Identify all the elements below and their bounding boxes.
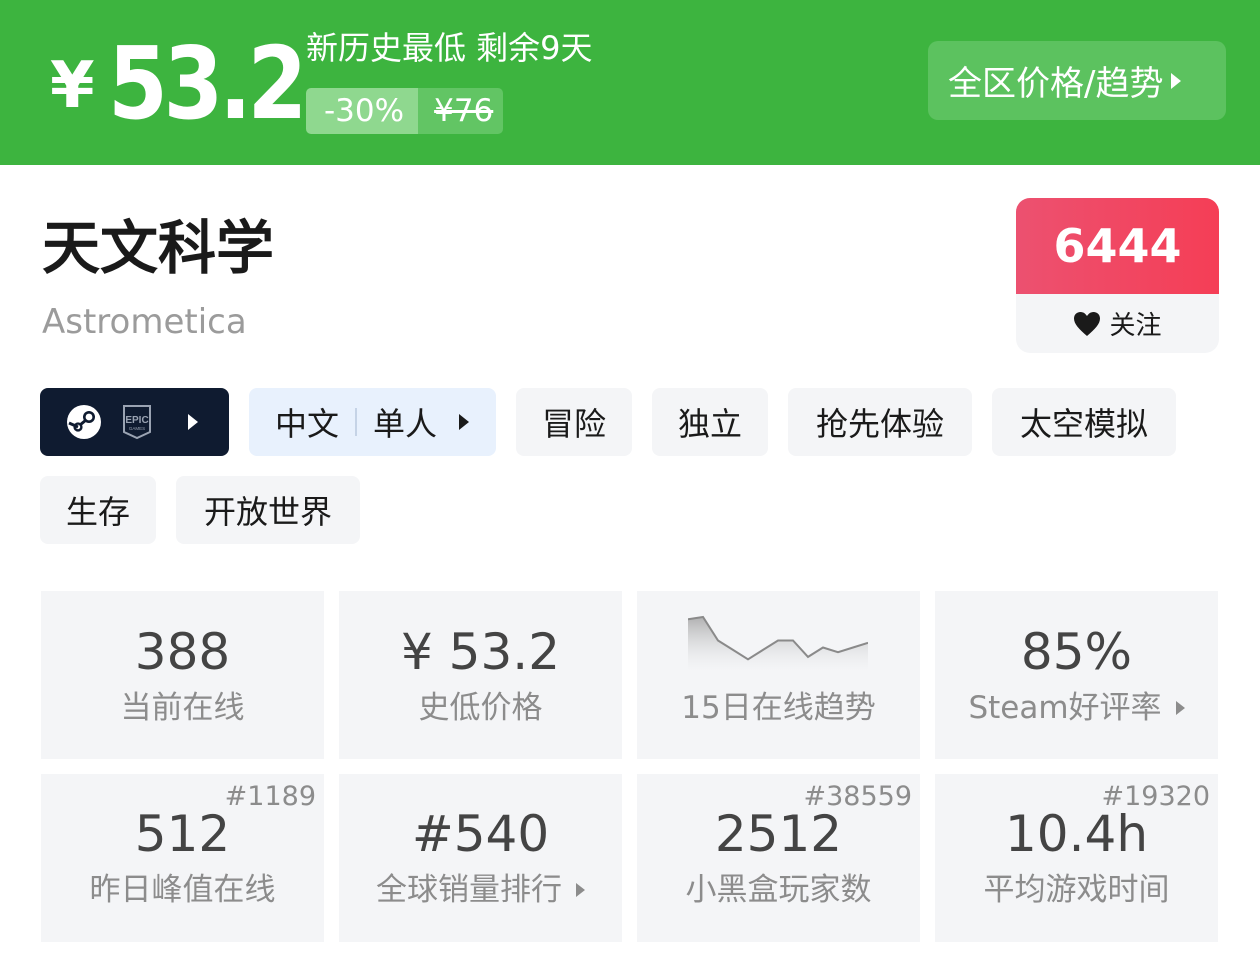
- genre-tag[interactable]: 冒险: [516, 388, 632, 456]
- lowest-price-label: 史低价格: [418, 690, 543, 726]
- chevron-right-icon: [459, 414, 470, 430]
- game-title: 天文科学: [42, 214, 275, 282]
- discount-box: -30% ¥76: [306, 88, 504, 134]
- epic-games-logo-icon: EPIC GAMES: [123, 405, 151, 440]
- language-mode-tag[interactable]: 中文 单人: [249, 388, 496, 456]
- genre-tag[interactable]: 生存: [40, 476, 156, 544]
- online-trend-chart: [688, 615, 868, 671]
- genre-tag[interactable]: 抢先体验: [788, 388, 972, 456]
- chevron-right-icon: [1175, 701, 1185, 715]
- online-count: 388: [134, 623, 231, 681]
- genre-tag[interactable]: 开放世界: [176, 476, 360, 544]
- follow-button[interactable]: 关注: [1016, 294, 1219, 353]
- current-price: 53.2: [108, 25, 307, 142]
- discount-percent: -30%: [306, 88, 419, 134]
- chevron-right-icon: [576, 883, 585, 897]
- lowest-price-value: ¥ 53.2: [400, 623, 561, 681]
- steam-logo-icon: [67, 405, 101, 439]
- peak-online-value: 512: [134, 805, 231, 863]
- chevron-right-icon: [188, 414, 198, 430]
- heybox-players-value: 2512: [714, 805, 843, 863]
- platform-tag[interactable]: EPIC GAMES: [40, 388, 229, 456]
- sales-rank-label: 全球销量排行: [339, 870, 622, 910]
- region-price-button[interactable]: 全区价格/趋势: [928, 41, 1226, 120]
- online-label: 当前在线: [120, 690, 245, 726]
- price-banner: ¥ 53.2 新历史最低 剩余9天 -30% ¥76 全区价格/趋势: [0, 0, 1260, 165]
- trend-label: 15日在线趋势: [681, 690, 876, 726]
- mode-label: 单人: [373, 405, 438, 443]
- tag-divider: [355, 408, 358, 436]
- sales-rank-value: #540: [411, 805, 550, 863]
- peak-online-label: 昨日峰值在线: [89, 872, 276, 908]
- region-price-label: 全区价格/趋势: [948, 64, 1164, 104]
- trend-area: [688, 617, 868, 671]
- heybox-players-label: 小黑盒玩家数: [685, 872, 872, 908]
- avg-playtime-value: 10.4h: [1004, 805, 1149, 863]
- game-subtitle: Astrometica: [42, 302, 247, 342]
- follow-label: 关注: [1109, 311, 1162, 341]
- genre-tag[interactable]: 独立: [652, 388, 768, 456]
- avg-playtime-label: 平均游戏时间: [983, 872, 1170, 908]
- currency-symbol: ¥: [50, 49, 95, 123]
- steam-rating-label: Steam好评率: [935, 688, 1218, 728]
- chevron-right-icon: [1171, 72, 1182, 89]
- steam-rating-value: 85%: [1020, 623, 1133, 681]
- genre-tag[interactable]: 太空模拟: [992, 388, 1176, 456]
- heart-icon: [1074, 311, 1101, 336]
- original-price: ¥76: [418, 88, 504, 134]
- follow-card[interactable]: 6444 关注: [1016, 198, 1219, 353]
- svg-text:EPIC: EPIC: [125, 415, 148, 426]
- historical-low-note: 新历史最低 剩余9天: [306, 29, 593, 67]
- svg-text:GAMES: GAMES: [129, 426, 145, 431]
- follower-count: 6444: [1016, 198, 1219, 294]
- language-label: 中文: [275, 405, 340, 443]
